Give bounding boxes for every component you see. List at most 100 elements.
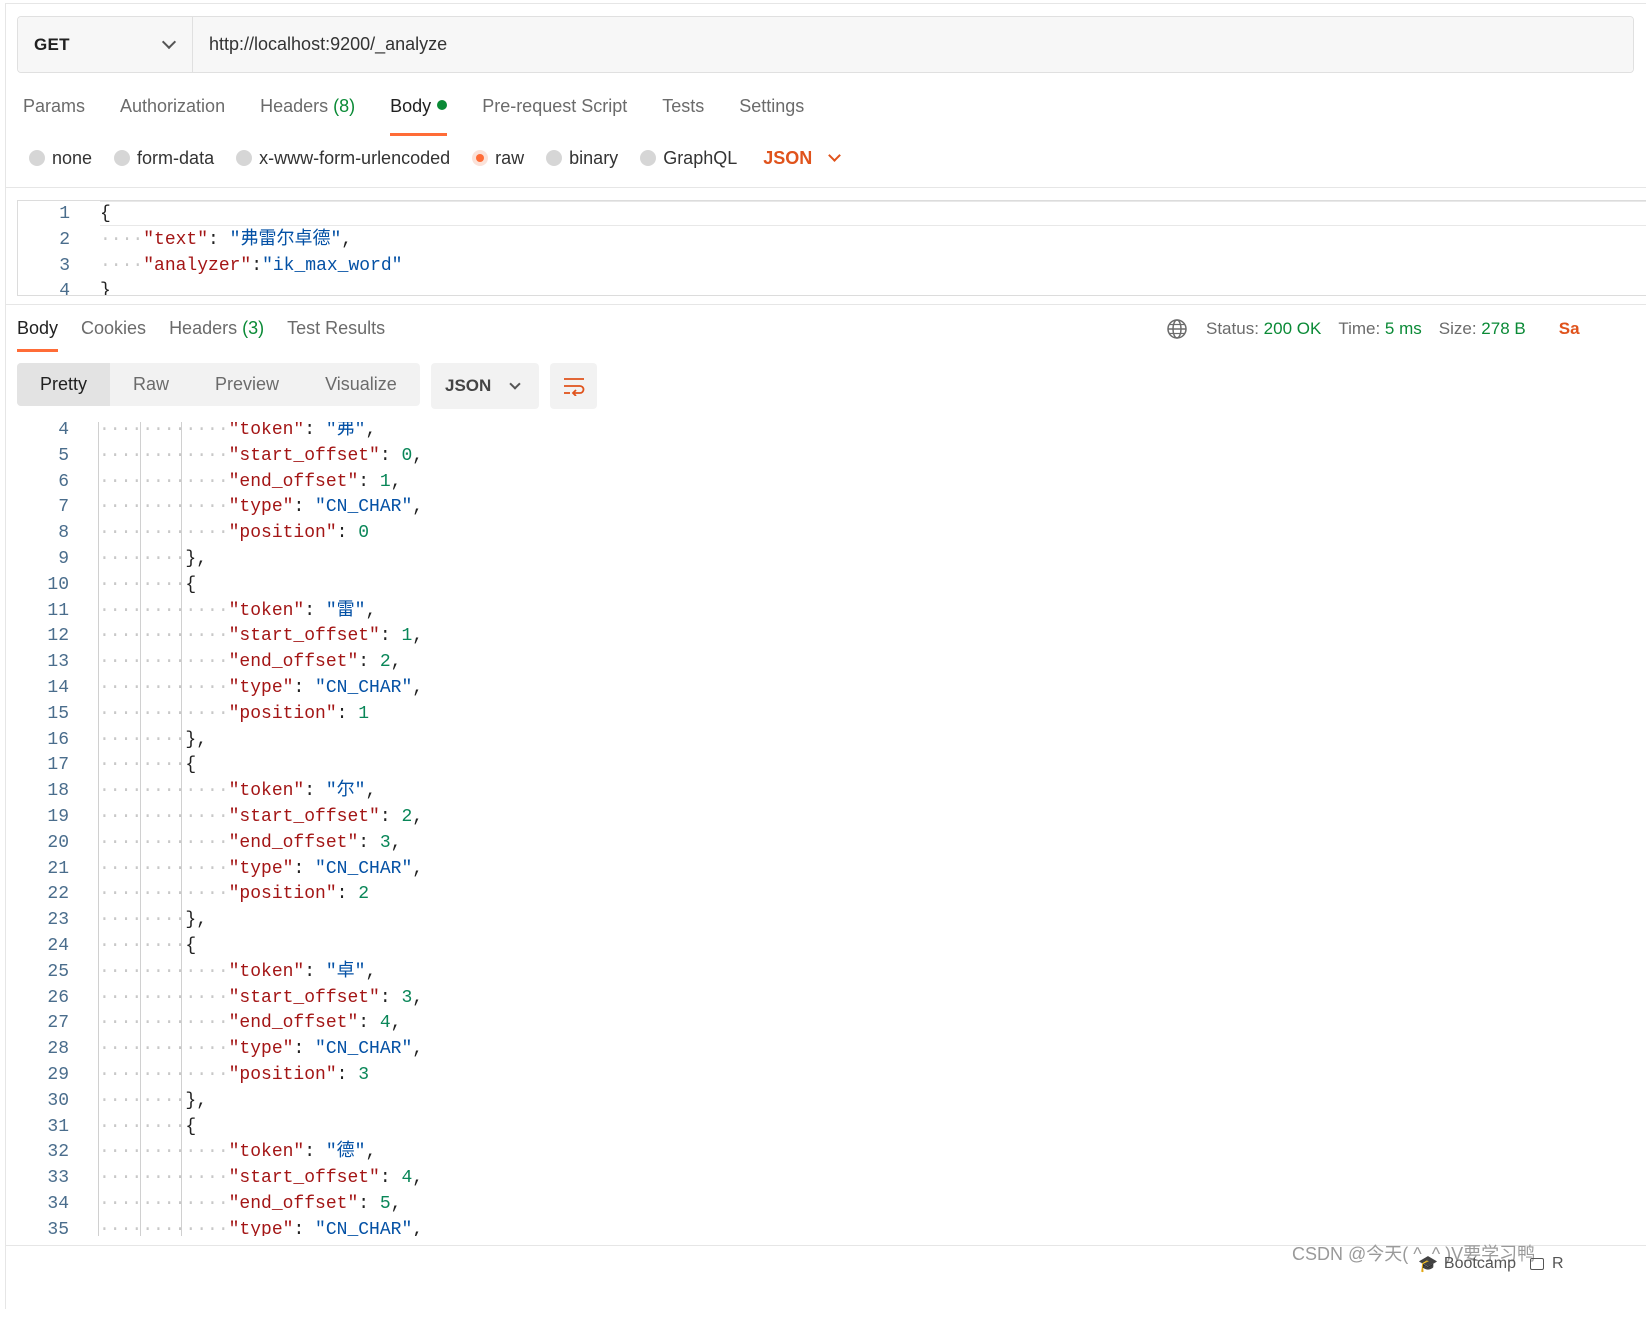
line-text: } (100, 279, 111, 296)
size-indicator[interactable]: Size: 278 B (1439, 319, 1526, 339)
save-response-button[interactable]: Sa (1559, 319, 1580, 339)
response-tab-test-results[interactable]: Test Results (287, 314, 385, 352)
token: ············ (99, 832, 229, 853)
status-bar: 🎓 Bootcamp R (1418, 1254, 1564, 1274)
token: ············ (99, 884, 229, 905)
wrap-lines-button[interactable] (550, 363, 597, 409)
line-number: 19 (47, 807, 69, 827)
token: : (293, 497, 316, 518)
bootcamp-link[interactable]: 🎓 Bootcamp (1418, 1254, 1516, 1274)
tab-params[interactable]: Params (23, 92, 85, 136)
token: , (412, 1039, 424, 1060)
time-indicator[interactable]: Time: 5 ms (1338, 319, 1421, 339)
view-raw-button[interactable]: Raw (110, 363, 192, 406)
gutter (70, 228, 100, 254)
token: ············ (99, 858, 229, 879)
view-pretty-button[interactable]: Pretty (17, 363, 111, 406)
body-format-select[interactable]: JSON (763, 147, 842, 169)
token: "end_offset" (228, 652, 359, 673)
token: 3 (358, 1065, 370, 1085)
view-preview-button[interactable]: Preview (192, 363, 302, 406)
token: 0 (358, 523, 370, 544)
tab-tests[interactable]: Tests (662, 92, 704, 136)
url-input[interactable] (193, 17, 1633, 72)
token: 3 (401, 987, 413, 1008)
view-visualize-button[interactable]: Visualize (302, 363, 420, 406)
radio-form-data[interactable]: form-data (114, 148, 214, 169)
line-number: 35 (47, 1219, 69, 1236)
token: "analyzer" (143, 255, 252, 276)
code-line: 5 ············"start_offset": 0, (17, 444, 423, 470)
token: ········ (99, 729, 186, 750)
token: 4 (401, 1168, 413, 1189)
request-body-editor[interactable]: 1{2 ····"text": "弗雷尔卓德", 3 ····"analyzer":"… (17, 200, 1646, 296)
graduation-cap-icon: 🎓 (1418, 1256, 1438, 1273)
radio-binary[interactable]: binary (546, 148, 618, 169)
token: , (390, 1013, 402, 1034)
line-number: 3 (59, 255, 70, 276)
tab-body[interactable]: Body (390, 92, 448, 136)
line-number: 27 (47, 1013, 69, 1034)
body-format-label: JSON (763, 147, 813, 168)
method-select[interactable]: GET (18, 17, 193, 72)
line-text: ············"token": "德", (99, 1140, 376, 1166)
gutter (69, 779, 99, 805)
token: : (379, 445, 402, 466)
line-text: ············"type": "CN_CHAR", (99, 676, 423, 702)
line-number: 10 (47, 574, 69, 595)
token: : (379, 626, 402, 647)
token: : (358, 1194, 380, 1214)
token: ············ (99, 471, 229, 492)
token: , (412, 858, 424, 879)
line-text: ········}, (99, 1089, 207, 1115)
token: } (100, 281, 111, 296)
radio-label: none (52, 147, 93, 168)
gutter (69, 934, 99, 960)
radio-none[interactable]: none (29, 148, 92, 169)
tab-settings[interactable]: Settings (739, 92, 804, 136)
response-format-select[interactable]: JSON (431, 363, 539, 409)
url-bar: GET (17, 16, 1634, 73)
gutter (69, 1063, 99, 1089)
token: }, (185, 910, 208, 931)
gutter (70, 202, 100, 228)
line-text: ············"end_offset": 2, (99, 650, 401, 676)
token: , (365, 422, 377, 440)
globe-icon[interactable] (1166, 318, 1188, 340)
code-line: 9 ········}, (17, 547, 207, 573)
radio-x-www-form-urlencoded[interactable]: x-www-form-urlencoded (236, 148, 450, 169)
token: ········ (99, 549, 186, 569)
line-number: 15 (47, 703, 69, 724)
token: ············ (99, 626, 229, 647)
code-line: 29 ············"position": 3 (17, 1063, 369, 1089)
response-body-viewer[interactable]: 4 ············"token": "弗", 5 ············"… (17, 422, 1646, 1236)
tab-headers[interactable]: Headers (8) (260, 92, 355, 136)
token: : (379, 987, 402, 1008)
token: : (251, 255, 263, 276)
token: ············ (99, 652, 229, 673)
code-line: 21 ············"type": "CN_CHAR", (17, 857, 423, 883)
gutter (69, 1166, 99, 1192)
line-text: ········{ (99, 753, 196, 779)
radio-raw[interactable]: raw (472, 148, 524, 169)
tab-label: Headers (169, 318, 238, 338)
gutter (69, 753, 99, 779)
token: , (365, 1142, 377, 1163)
token: "start_offset" (228, 1168, 380, 1189)
response-tab-cookies[interactable]: Cookies (81, 314, 146, 352)
runner-link[interactable]: R (1529, 1255, 1564, 1273)
radio-graphql[interactable]: GraphQL (640, 148, 737, 169)
code-line: 27 ············"end_offset": 4, (17, 1011, 401, 1037)
token: "尔" (325, 781, 366, 802)
response-tab-body[interactable]: Body (17, 314, 59, 352)
token: : (293, 678, 316, 698)
token: "雷" (325, 600, 366, 621)
status-indicator[interactable]: Status: 200 OK (1206, 319, 1321, 339)
response-tab-headers[interactable]: Headers (3) (169, 314, 264, 352)
gutter (69, 624, 99, 650)
tab-authorization[interactable]: Authorization (120, 92, 225, 136)
code-line: 4} (18, 279, 111, 296)
code-line: 13 ············"end_offset": 2, (17, 650, 401, 676)
line-number: 31 (47, 1116, 69, 1137)
tab-pre-request-script[interactable]: Pre-request Script (482, 92, 627, 136)
